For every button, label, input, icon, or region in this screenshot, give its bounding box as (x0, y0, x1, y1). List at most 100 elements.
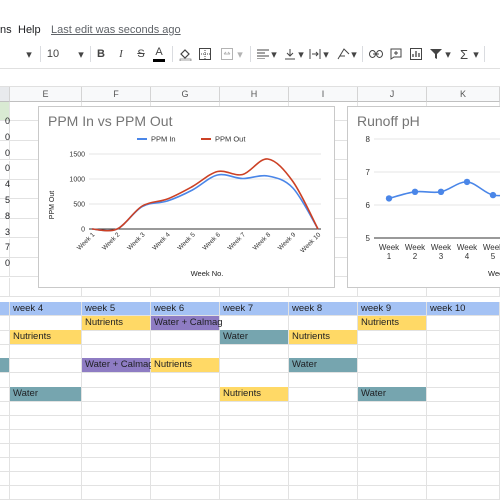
insert-comment-icon[interactable] (389, 45, 403, 63)
grid-cell[interactable] (0, 444, 10, 458)
schedule-cell[interactable]: Water (220, 330, 289, 345)
grid-cell[interactable] (289, 387, 358, 402)
grid-cell[interactable] (220, 472, 289, 486)
schedule-cell[interactable]: Nutrients (220, 387, 289, 402)
grid-cell[interactable] (358, 358, 427, 373)
menu-item-partial[interactable]: ns (0, 24, 12, 36)
grid-cell[interactable] (82, 416, 151, 430)
grid-cell[interactable] (10, 316, 82, 331)
schedule-cell[interactable]: Nutrients (82, 316, 151, 331)
grid-cell[interactable] (10, 458, 82, 472)
grid-cell[interactable] (0, 330, 10, 345)
grid-cell[interactable] (0, 472, 10, 486)
grid-cell[interactable] (427, 330, 500, 345)
grid-cell[interactable] (82, 430, 151, 444)
grid-cell[interactable] (427, 486, 500, 500)
grid-cell[interactable] (82, 344, 151, 359)
grid-cell[interactable] (0, 373, 10, 388)
schedule-cell[interactable]: Water (10, 387, 82, 402)
grid-cell[interactable] (151, 430, 220, 444)
grid-cell[interactable] (10, 402, 82, 416)
grid-cell[interactable] (10, 430, 82, 444)
filter-chevron-icon[interactable]: ▾ (444, 45, 452, 63)
grid-cell[interactable] (289, 316, 358, 331)
week-header-cell[interactable]: week 6 (151, 302, 220, 316)
grid-cell[interactable] (10, 358, 82, 373)
grid-cell[interactable] (10, 416, 82, 430)
column-header-i[interactable]: I (289, 87, 358, 102)
week-header-cell[interactable]: week 10 (427, 302, 500, 316)
grid-cell[interactable] (358, 344, 427, 359)
schedule-cell[interactable]: Water (358, 387, 427, 402)
grid-cell[interactable] (289, 344, 358, 359)
grid-cell[interactable] (151, 416, 220, 430)
grid-cell[interactable] (427, 358, 500, 373)
grid-cell[interactable] (151, 486, 220, 500)
menu-item-help[interactable]: Help (18, 24, 41, 36)
grid-cell[interactable] (358, 458, 427, 472)
grid-cell[interactable] (82, 330, 151, 345)
grid-cell[interactable] (289, 486, 358, 500)
grid-cell[interactable] (0, 458, 10, 472)
grid-cell[interactable] (220, 458, 289, 472)
grid-cell[interactable] (427, 472, 500, 486)
grid-cell[interactable] (289, 472, 358, 486)
font-size-value[interactable]: 10 (46, 45, 60, 63)
functions-sigma-icon[interactable]: Σ (458, 45, 470, 63)
column-header-f[interactable]: F (82, 87, 151, 102)
grid-cell[interactable] (82, 486, 151, 500)
grid-cell[interactable] (151, 444, 220, 458)
grid-cell[interactable] (427, 458, 500, 472)
grid-cell[interactable] (10, 444, 82, 458)
schedule-cell[interactable]: Nutrients (289, 330, 358, 345)
bold-button[interactable]: B (95, 45, 107, 63)
text-color-button[interactable]: A (153, 45, 165, 62)
formula-bar[interactable] (0, 69, 500, 87)
grid-cell[interactable] (10, 373, 82, 388)
grid-cell[interactable] (220, 444, 289, 458)
schedule-cell[interactable]: Water + Calmag (82, 358, 154, 373)
week-header-cell[interactable]: week 7 (220, 302, 289, 316)
grid-cell[interactable] (10, 486, 82, 500)
last-edit-link[interactable]: Last edit was seconds ago (51, 24, 181, 36)
grid-cell[interactable] (427, 416, 500, 430)
grid-cell[interactable] (289, 402, 358, 416)
align-left-icon[interactable] (256, 45, 270, 63)
grid-cell[interactable] (220, 486, 289, 500)
vertical-align-chevron-icon[interactable]: ▾ (297, 45, 305, 63)
grid-cell[interactable] (427, 430, 500, 444)
grid-cell[interactable] (0, 430, 10, 444)
insert-chart-icon[interactable] (409, 45, 423, 63)
chart-ppm[interactable]: PPM In vs PPM Out 0 500 1000 1500 Week 1 Wee… (38, 106, 335, 288)
vertical-align-icon[interactable] (283, 45, 297, 63)
grid-cell[interactable] (358, 373, 427, 388)
fill-color-icon[interactable] (178, 45, 192, 63)
text-wrap-icon[interactable] (308, 45, 322, 63)
grid-cell[interactable] (82, 472, 151, 486)
column-header-h[interactable]: H (220, 87, 289, 102)
schedule-cell[interactable]: Water (289, 358, 358, 373)
grid-cell[interactable] (358, 444, 427, 458)
grid-cell[interactable] (10, 344, 82, 359)
grid-cell[interactable] (220, 358, 289, 373)
grid-cell[interactable] (0, 302, 10, 316)
grid-cell[interactable] (220, 316, 289, 331)
grid-cell[interactable] (82, 373, 151, 388)
text-wrap-chevron-icon[interactable]: ▾ (322, 45, 330, 63)
grid-cell[interactable] (0, 416, 10, 430)
grid-cell[interactable] (358, 416, 427, 430)
grid-cell[interactable] (358, 402, 427, 416)
font-dropdown-chevron-icon[interactable]: ▾ (24, 45, 34, 63)
schedule-cell[interactable]: Nutrients (10, 330, 82, 345)
grid-cell[interactable] (82, 458, 151, 472)
grid-cell[interactable] (358, 486, 427, 500)
text-rotation-chevron-icon[interactable]: ▾ (350, 45, 358, 63)
align-chevron-icon[interactable]: ▾ (270, 45, 278, 63)
schedule-cell[interactable]: Nutrients (358, 316, 427, 331)
grid-cell[interactable] (358, 330, 427, 345)
font-size-chevron-icon[interactable]: ▾ (76, 45, 86, 63)
grid-cell[interactable] (0, 358, 10, 373)
grid-cell[interactable] (427, 402, 500, 416)
borders-icon[interactable] (198, 45, 212, 63)
column-header-e[interactable]: E (10, 87, 82, 102)
